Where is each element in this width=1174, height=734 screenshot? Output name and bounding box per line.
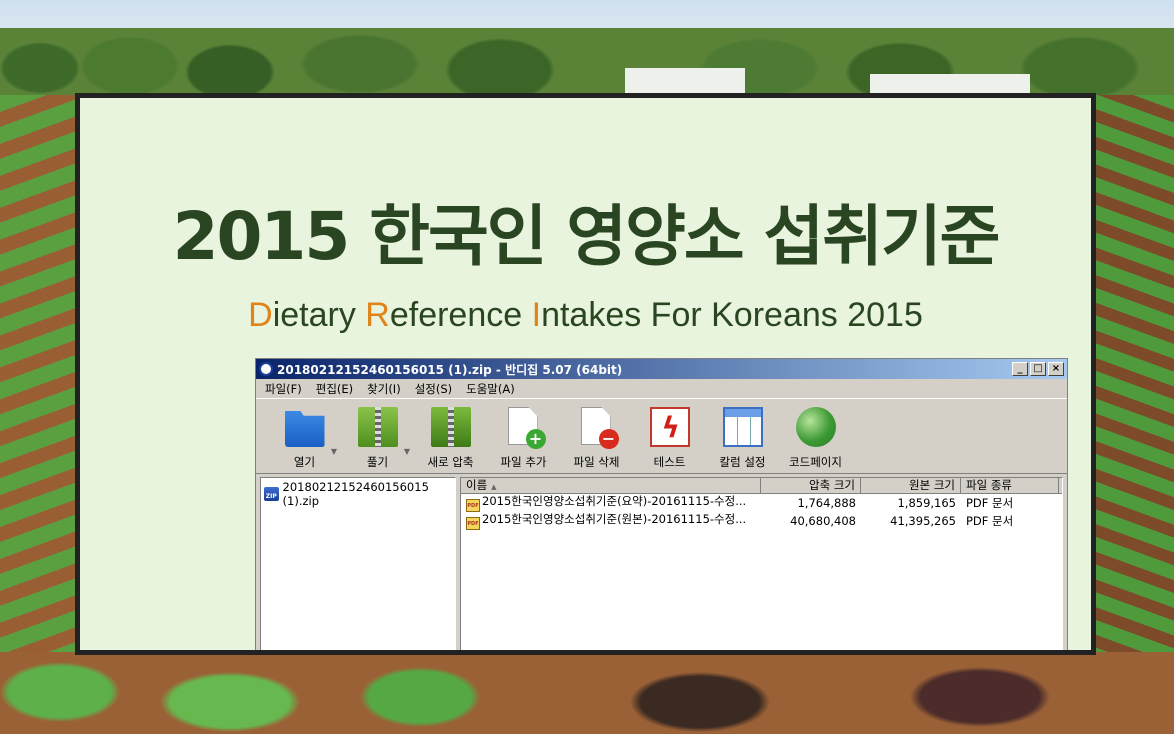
new-archive-button[interactable]: 새로 압축 — [414, 407, 487, 473]
original-size-cell: 1,859,165 — [897, 495, 956, 510]
extract-icon — [357, 407, 398, 447]
list-header: 이름 ▲ 압축 크기 원본 크기 파일 종류 — [461, 478, 1062, 494]
file-name-cell: PDF 2015한국인영양소섭취기준(원본)-20161115-수정... — [461, 512, 761, 530]
page-title: 2015 한국인 영양소 섭취기준 — [172, 198, 1001, 275]
test-icon — [649, 407, 690, 447]
toolbar-label: 열기 — [293, 455, 316, 469]
dropdown-arrow-icon[interactable]: ▼ — [404, 447, 410, 456]
menu-settings[interactable]: 설정(S) — [415, 381, 452, 397]
toolbar: ▼ 열기 ▼ 풀기 새로 압축 + 파일 추가 − 파일 삭제 ϟ 테스트 칼럼… — [256, 398, 1067, 474]
delete-file-icon: − — [577, 407, 619, 449]
folder-tree[interactable]: ZIP 20180212152460156015 (1).zip — [260, 477, 456, 650]
subtitle-part: ntakes For Koreans 2015 — [541, 296, 923, 334]
column-settings-button[interactable]: 칼럼 설정 — [706, 407, 779, 473]
column-header-original[interactable]: 원본 크기 — [861, 478, 961, 493]
delete-file-button[interactable]: − 파일 삭제 — [560, 407, 633, 473]
file-list[interactable]: 이름 ▲ 압축 크기 원본 크기 파일 종류 PDF 2015한국인영양소섭취기준(… — [460, 477, 1063, 650]
new-archive-icon — [430, 407, 471, 447]
toolbar-label: 파일 추가 — [500, 455, 547, 469]
toolbar-label: 파일 삭제 — [573, 455, 620, 469]
window-title: 20180212152460156015 (1).zip - 반디집 5.07 … — [277, 362, 623, 377]
table-row[interactable]: PDF 2015한국인영양소섭취기준(요약)-20161115-수정... 1,7… — [461, 494, 1062, 512]
menu-help[interactable]: 도움말(A) — [466, 381, 515, 397]
compressed-size-cell: 40,680,408 — [790, 513, 856, 528]
window-titlebar[interactable]: 20180212152460156015 (1).zip - 반디집 5.07 … — [256, 359, 1067, 379]
extract-button[interactable]: ▼ 풀기 — [341, 407, 414, 473]
subtitle-initial-i: I — [531, 296, 542, 334]
toolbar-label: 테스트 — [653, 455, 686, 469]
add-file-button[interactable]: + 파일 추가 — [487, 407, 560, 473]
column-header-type[interactable]: 파일 종류 — [961, 478, 1059, 493]
column-header-name[interactable]: 이름 ▲ — [461, 478, 761, 493]
content-panes: ZIP 20180212152460156015 (1).zip 이름 ▲ 압축 … — [260, 477, 1063, 650]
menu-bar: 파일(F) 편집(E) 찾기(I) 설정(S) 도움말(A) — [256, 379, 1067, 398]
add-file-icon: + — [504, 407, 546, 449]
menu-edit[interactable]: 편집(E) — [316, 381, 353, 397]
subtitle-part: eference — [389, 296, 532, 334]
toolbar-label: 새로 압축 — [427, 455, 474, 469]
file-name-cell: PDF 2015한국인영양소섭취기준(요약)-20161115-수정... — [461, 494, 761, 512]
bandizip-app-icon — [259, 362, 273, 376]
codepage-button[interactable]: 코드페이지 — [779, 407, 852, 473]
subtitle-initial-r: R — [365, 296, 390, 334]
original-size-cell: 41,395,265 — [890, 513, 956, 528]
table-row[interactable]: PDF 2015한국인영양소섭취기준(원본)-20161115-수정... 40,… — [461, 512, 1062, 530]
file-name: 2015한국인영양소섭취기준(요약)-20161115-수정... — [482, 494, 747, 508]
folder-open-icon — [284, 411, 325, 447]
toolbar-label: 풀기 — [366, 455, 389, 469]
title-panel: 2015 한국인 영양소 섭취기준 Dietary Reference Inta… — [75, 93, 1096, 655]
toolbar-label: 코드페이지 — [789, 455, 842, 469]
pdf-file-icon: PDF — [466, 499, 480, 512]
open-button[interactable]: ▼ 열기 — [268, 407, 341, 473]
page-subtitle: Dietary Reference Intakes For Koreans 20… — [80, 296, 1091, 335]
crop-rows-left — [0, 95, 80, 734]
column-header-label: 이름 — [466, 478, 488, 492]
dropdown-arrow-icon[interactable]: ▼ — [331, 447, 337, 456]
tree-item-label: 20180212152460156015 (1).zip — [282, 480, 429, 508]
file-type-cell: PDF 문서 — [966, 495, 1014, 510]
window-controls: _ □ × — [1012, 362, 1067, 376]
test-button[interactable]: 테스트 — [633, 407, 706, 473]
farm-house — [625, 68, 745, 94]
columns-icon — [722, 407, 763, 447]
tree-item-archive[interactable]: ZIP 20180212152460156015 (1).zip — [264, 480, 452, 508]
subtitle-initial-d: D — [248, 296, 273, 334]
globe-icon — [795, 407, 836, 447]
subtitle-part: ietary — [272, 296, 366, 334]
file-type-cell: PDF 문서 — [966, 513, 1014, 528]
close-button[interactable]: × — [1048, 362, 1064, 376]
crop-rows-right — [1094, 95, 1174, 734]
pdf-file-icon: PDF — [466, 517, 480, 530]
menu-file[interactable]: 파일(F) — [265, 381, 302, 397]
compressed-size-cell: 1,764,888 — [797, 495, 856, 510]
minimize-button[interactable]: _ — [1012, 362, 1028, 376]
sort-ascending-icon: ▲ — [491, 483, 497, 491]
file-name: 2015한국인영양소섭취기준(원본)-20161115-수정... — [482, 512, 747, 526]
bandizip-window: 20180212152460156015 (1).zip - 반디집 5.07 … — [255, 358, 1068, 650]
toolbar-label: 칼럼 설정 — [719, 455, 766, 469]
zip-archive-icon: ZIP — [264, 487, 279, 501]
maximize-button[interactable]: □ — [1030, 362, 1046, 376]
menu-find[interactable]: 찾기(I) — [367, 381, 401, 397]
column-header-compressed[interactable]: 압축 크기 — [761, 478, 861, 493]
crop-foreground — [0, 652, 1174, 734]
